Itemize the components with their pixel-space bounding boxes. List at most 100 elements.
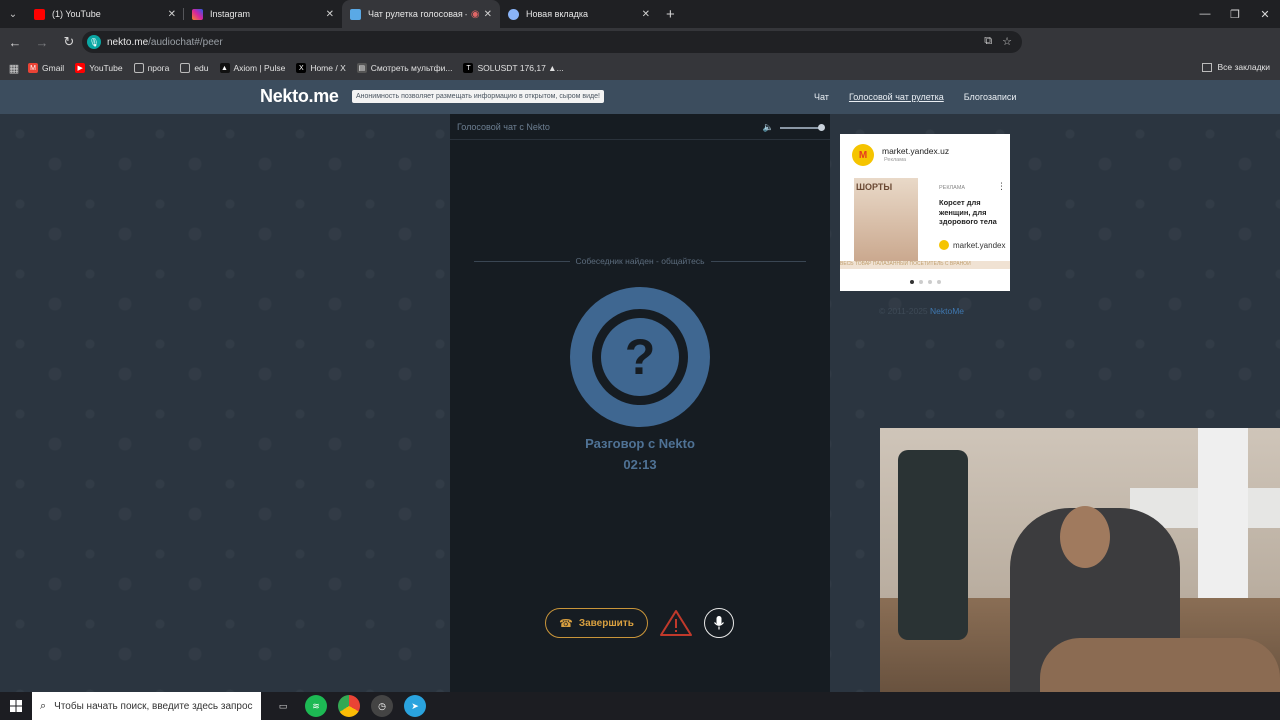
bookmark-star-icon[interactable]: ☆ xyxy=(1002,35,1012,48)
end-call-label: Завершить xyxy=(578,617,634,629)
bookmark-cartoons[interactable]: ▤ Смотреть мультфи... xyxy=(356,63,453,73)
site-nav: Чат Голосовой чат рулетка Блогозаписи xyxy=(814,92,1016,102)
install-app-icon[interactable]: ⧉ xyxy=(984,35,992,48)
pager-dot[interactable] xyxy=(910,280,914,284)
tab-title: Новая вкладка xyxy=(526,9,589,19)
volume-knob[interactable] xyxy=(818,123,825,131)
screen-recorder-icon[interactable]: ◷ xyxy=(371,695,393,717)
tab-title: Чат рулетка голосовая — xyxy=(368,9,467,19)
axiom-icon: ▲ xyxy=(219,63,230,73)
advertisement[interactable]: M market.yandex.uz Реклама ШОРТЫ РЕКЛАМА… xyxy=(840,134,1010,291)
ad-title[interactable]: Корсет для женщин, для здорового тела xyxy=(939,198,1003,227)
chrome-icon[interactable] xyxy=(338,695,360,717)
bookmark-solusdt[interactable]: T SOLUSDT 176,17 ▲... xyxy=(463,63,564,73)
reload-icon[interactable]: ↻ xyxy=(57,30,81,54)
close-window-icon[interactable]: ✕ xyxy=(1250,0,1280,28)
site-info-icon[interactable]: 🎙 xyxy=(87,35,101,49)
volume-slider[interactable] xyxy=(780,123,825,131)
tab-newtab[interactable]: Новая вкладка ✕ xyxy=(500,0,658,28)
close-icon[interactable]: ✕ xyxy=(484,9,492,20)
tab-nekto[interactable]: Чат рулетка голосовая — ◉ ✕ xyxy=(342,0,500,28)
copyright: © 2011-2025 NektoMe xyxy=(879,306,964,316)
peer-found-status: Собеседник найден - общайтесь xyxy=(474,254,807,268)
bookmark-label: edu xyxy=(194,63,209,73)
folder-icon xyxy=(133,63,144,73)
tab-search-icon[interactable]: ⌄ xyxy=(0,0,26,28)
tab-title: Instagram xyxy=(210,9,251,19)
telegram-icon[interactable]: ➤ xyxy=(404,695,426,717)
close-icon[interactable]: ✕ xyxy=(642,9,650,20)
spotify-icon[interactable]: ≋ xyxy=(305,695,327,717)
speaker-icon[interactable]: 🔈 xyxy=(763,122,774,133)
nav-voice-roulette[interactable]: Голосовой чат рулетка xyxy=(849,92,944,102)
microphone-button[interactable] xyxy=(704,608,734,638)
bookmark-gmail[interactable]: M Gmail xyxy=(28,63,64,73)
pager-dot[interactable] xyxy=(928,280,932,284)
panel-title: Голосовой чат с Nekto xyxy=(457,121,550,132)
all-bookmarks-label: Все закладки xyxy=(1217,62,1270,72)
minimize-icon[interactable]: — xyxy=(1190,0,1220,28)
webcam-overlay xyxy=(880,428,1280,720)
copyright-text: © 2011-2025 xyxy=(879,306,931,316)
browser-toolbar: ← → ↻ 🎙 nekto.me/audiochat#/peer ⧉ ☆ ◆ ●… xyxy=(0,28,1280,75)
ad-domain: market.yandex.uz xyxy=(882,146,950,156)
address-bar[interactable]: 🎙 nekto.me/audiochat#/peer ⧉ ☆ xyxy=(82,31,1022,53)
end-call-button[interactable]: ☎ Завершить xyxy=(545,608,648,638)
ad-label: РЕКЛАМА xyxy=(939,185,966,191)
ad-link[interactable]: market.yandex xyxy=(939,240,1005,250)
close-icon[interactable]: ✕ xyxy=(168,9,176,20)
bookmark-label: SOLUSDT 176,17 ▲... xyxy=(477,63,564,73)
report-warning-icon[interactable] xyxy=(659,609,693,637)
site-logo[interactable]: Nekto.me xyxy=(260,86,339,107)
task-view-icon[interactable]: ▭ xyxy=(272,695,294,717)
divider xyxy=(710,260,807,262)
windows-logo-icon xyxy=(10,700,22,712)
bookmark-label: Смотреть мультфи... xyxy=(370,63,453,73)
ad-menu-icon[interactable]: ⋮ xyxy=(997,181,1006,192)
new-tab-button[interactable]: + xyxy=(666,0,675,28)
cam-gaming-chair xyxy=(898,450,968,640)
youtube-icon xyxy=(34,8,45,20)
tradingview-icon: T xyxy=(463,63,474,73)
pager-dot[interactable] xyxy=(919,280,923,284)
url-path: /audiochat#/peer xyxy=(148,36,223,48)
apps-grid-icon[interactable]: ▦ xyxy=(0,62,28,75)
bookmark-axiom[interactable]: ▲ Axiom | Pulse xyxy=(219,63,286,73)
ad-pager[interactable] xyxy=(910,280,941,284)
copyright-link[interactable]: NektoMe xyxy=(930,306,964,316)
browser-tabstrip: ⌄ (1) YouTube ✕ Instagram ✕ Чат рулетка … xyxy=(0,0,1280,28)
forward-icon[interactable]: → xyxy=(30,30,54,54)
conversation-title: Разговор с Nekto xyxy=(585,436,695,451)
pager-dot[interactable] xyxy=(937,280,941,284)
tab-youtube[interactable]: (1) YouTube ✕ xyxy=(26,0,184,28)
cam-standing-person xyxy=(1198,428,1248,598)
bookmarks-bar: ▦ M Gmail ▶ YouTube прога edu ▲ Axiom | Pul… xyxy=(0,56,1280,80)
voice-chat-panel: Голосовой чат с Nekto 🔈 Собеседник найде… xyxy=(450,114,830,692)
anonymity-notice: Анонимность позволяет размещать информац… xyxy=(352,90,604,103)
nav-blog[interactable]: Блогозаписи xyxy=(964,92,1017,102)
restore-icon[interactable]: ❐ xyxy=(1220,0,1250,28)
bookmark-folder-proga[interactable]: прога xyxy=(133,63,170,73)
omnibox-actions: ⧉ ☆ xyxy=(984,35,1012,48)
phone-hangup-icon: ☎ xyxy=(559,617,573,630)
windows-start-icon[interactable] xyxy=(0,692,32,720)
ad-image-text: ШОРТЫ xyxy=(856,182,893,192)
nav-chat[interactable]: Чат xyxy=(814,92,829,102)
bookmark-label: Home / X xyxy=(310,63,346,73)
status-text: Собеседник найден - общайтесь xyxy=(575,256,705,266)
bookmark-x[interactable]: X Home / X xyxy=(296,63,346,73)
close-icon[interactable]: ✕ xyxy=(326,9,334,20)
taskbar-search-input[interactable]: ⌕ Чтобы начать поиск, введите здесь запр… xyxy=(32,692,261,720)
bookmark-label: Axiom | Pulse xyxy=(233,63,286,73)
call-timer: 02:13 xyxy=(623,457,657,472)
tab-instagram[interactable]: Instagram ✕ xyxy=(184,0,342,28)
bookmark-youtube[interactable]: ▶ YouTube xyxy=(75,63,123,73)
ad-image[interactable]: ШОРТЫ xyxy=(854,178,918,262)
ad-strip: ВЕСЬ ТОВАР ПАЛАЗАННЫЙ ПОСЕТИТЕЛЬ С ВРАНО… xyxy=(840,261,1010,269)
back-icon[interactable]: ← xyxy=(3,30,27,54)
volume-control[interactable]: 🔈 xyxy=(763,122,825,133)
bookmark-label: прога xyxy=(147,63,170,73)
youtube-icon: ▶ xyxy=(75,63,86,73)
all-bookmarks[interactable]: Все закладки xyxy=(1202,62,1270,72)
bookmark-folder-edu[interactable]: edu xyxy=(180,63,209,73)
